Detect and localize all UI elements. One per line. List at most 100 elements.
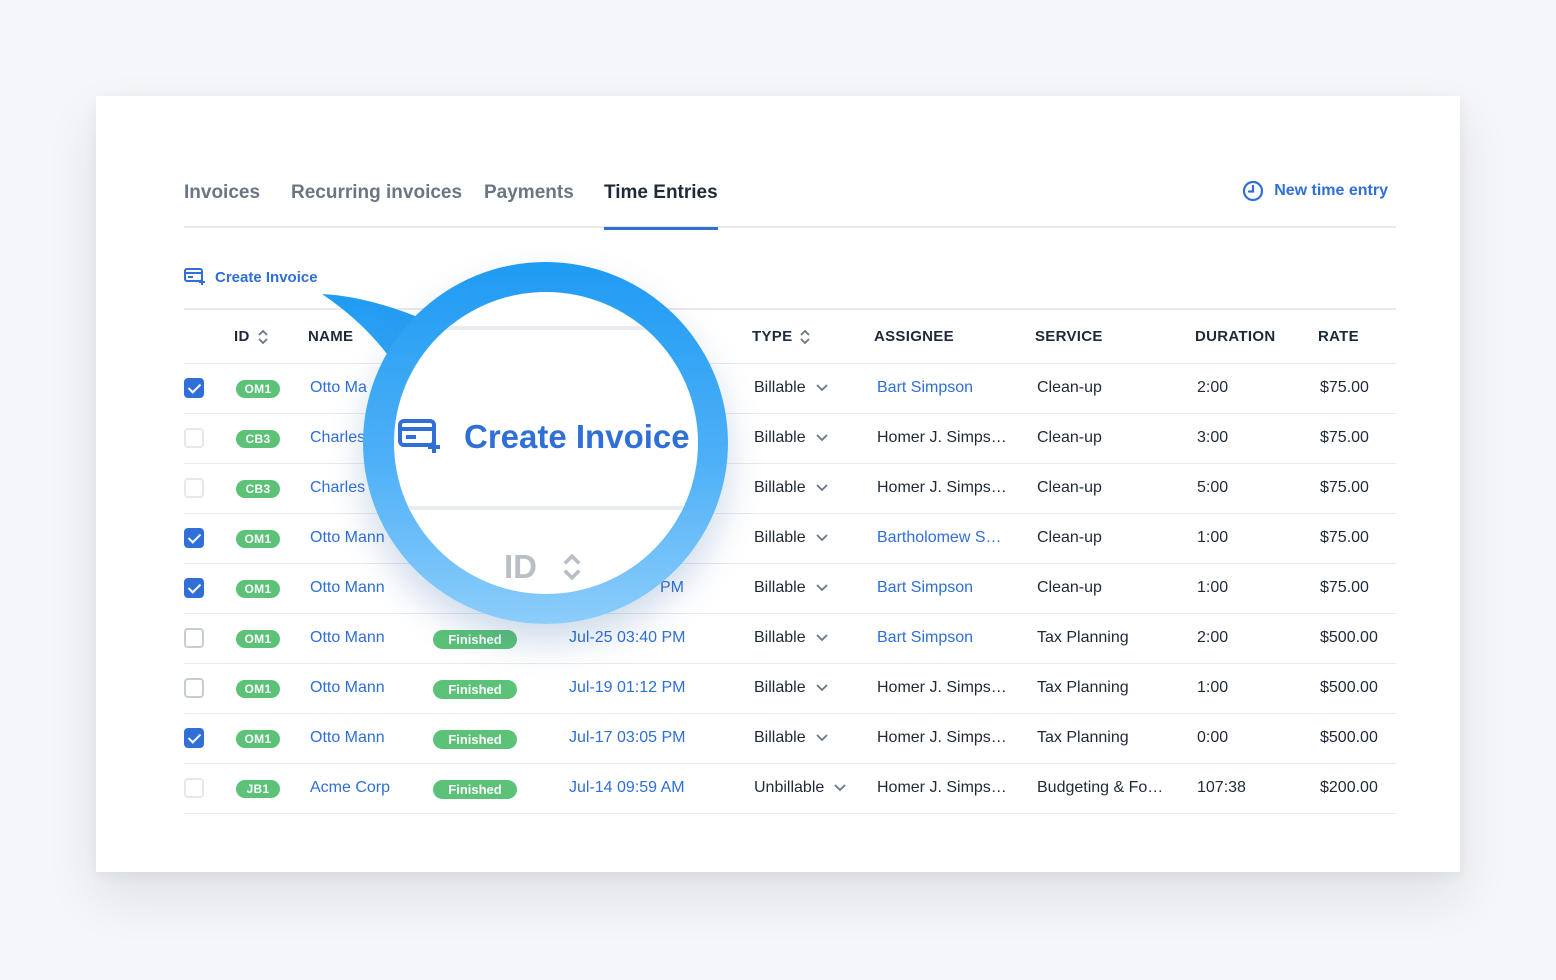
type-value: Billable xyxy=(754,679,806,696)
date-link[interactable]: PM xyxy=(660,579,684,597)
table-row[interactable]: OM1 Otto Mann Billable Bartholomew S… Clean-… xyxy=(184,514,1396,564)
type-value: Billable xyxy=(754,729,806,746)
client-name-link[interactable]: Otto Mann xyxy=(310,529,385,547)
id-badge: JB1 xyxy=(236,780,280,798)
type-dropdown[interactable]: Billable xyxy=(754,729,828,747)
magnifier-view: Create Invoice ID xyxy=(394,292,698,594)
create-invoice-button[interactable]: Create Invoice xyxy=(184,268,318,286)
row-checkbox[interactable] xyxy=(184,678,204,698)
duration: 1:00 xyxy=(1197,679,1229,696)
table-row[interactable]: OM1 Otto Mann PM Billable Bart Simpson Clean-… xyxy=(184,564,1396,614)
row-checkbox[interactable] xyxy=(184,728,204,748)
row-checkbox[interactable] xyxy=(184,478,204,498)
chevron-down-icon xyxy=(815,584,828,592)
time-entries-panel: Invoices Recurring invoices Payments Tim… xyxy=(96,96,1460,872)
type-value: Billable xyxy=(754,479,806,496)
client-name-link[interactable]: Charles xyxy=(310,429,365,447)
tab-time-entries[interactable]: Time Entries xyxy=(604,182,718,230)
magnifier-divider xyxy=(394,506,698,510)
column-header-id[interactable]: ID xyxy=(234,328,268,345)
id-badge: OM1 xyxy=(236,580,280,598)
type-dropdown[interactable]: Billable xyxy=(754,629,828,647)
row-checkbox[interactable] xyxy=(184,778,204,798)
type-value: Billable xyxy=(754,579,806,596)
duration: 1:00 xyxy=(1197,579,1229,596)
client-name-link[interactable]: Charles xyxy=(310,479,365,497)
invoice-add-icon xyxy=(184,268,205,285)
duration: 2:00 xyxy=(1197,379,1229,396)
date-link[interactable]: Jul-19 01:12 PM xyxy=(569,679,686,697)
assignee[interactable]: Bartholomew S… xyxy=(877,529,1002,547)
column-header-type[interactable]: TYPE xyxy=(752,328,811,345)
column-header-duration[interactable]: DURATION xyxy=(1195,328,1275,345)
rate: $200.00 xyxy=(1320,779,1378,796)
status-badge: Finished xyxy=(433,730,517,749)
rate: $75.00 xyxy=(1320,379,1369,396)
type-value: Billable xyxy=(754,529,806,546)
type-dropdown[interactable]: Billable xyxy=(754,429,828,447)
create-invoice-label: Create Invoice xyxy=(215,268,318,286)
duration: 5:00 xyxy=(1197,479,1229,496)
assignee: Homer J. Simps… xyxy=(877,779,1007,796)
client-name-link[interactable]: Otto Mann xyxy=(310,679,385,697)
column-header-service[interactable]: SERVICE xyxy=(1035,328,1103,345)
status-badge: Finished xyxy=(433,680,517,699)
type-dropdown[interactable]: Billable xyxy=(754,479,828,497)
service: Budgeting & Fo… xyxy=(1037,779,1164,796)
client-name-link[interactable]: Otto Mann xyxy=(310,579,385,597)
magnified-id-header: ID xyxy=(504,548,581,586)
assignee[interactable]: Bart Simpson xyxy=(877,629,973,647)
type-dropdown[interactable]: Billable xyxy=(754,529,828,547)
table-row[interactable]: OM1 Otto Mann Finished Jul-19 01:12 PM Billa… xyxy=(184,664,1396,714)
assignee: Homer J. Simps… xyxy=(877,729,1007,746)
date-link[interactable]: Jul-25 03:40 PM xyxy=(569,629,686,647)
new-time-entry-button[interactable]: New time entry xyxy=(1242,180,1388,202)
row-checkbox[interactable] xyxy=(184,428,204,448)
chevron-down-icon xyxy=(815,634,828,642)
service: Tax Planning xyxy=(1037,679,1129,696)
tab-payments[interactable]: Payments xyxy=(484,182,574,228)
type-dropdown[interactable]: Billable xyxy=(754,679,828,697)
magnifier-divider xyxy=(394,326,698,330)
tab-recurring-invoices[interactable]: Recurring invoices xyxy=(291,182,462,228)
service: Clean-up xyxy=(1037,429,1102,446)
tab-invoices[interactable]: Invoices xyxy=(184,182,260,228)
column-header-rate[interactable]: RATE xyxy=(1318,328,1359,345)
service: Clean-up xyxy=(1037,579,1102,596)
chevron-down-icon xyxy=(815,434,828,442)
clock-icon xyxy=(1243,180,1264,202)
table-row[interactable]: OM1 Otto Mann Finished Jul-25 03:40 PM Billa… xyxy=(184,614,1396,664)
assignee[interactable]: Bart Simpson xyxy=(877,379,973,397)
type-dropdown[interactable]: Billable xyxy=(754,579,828,597)
column-header-assignee[interactable]: ASSIGNEE xyxy=(874,328,954,345)
new-time-entry-label: New time entry xyxy=(1274,182,1388,199)
row-checkbox[interactable] xyxy=(184,628,204,648)
type-value: Billable xyxy=(754,379,806,396)
row-checkbox[interactable] xyxy=(184,378,204,398)
sort-icon xyxy=(800,329,811,344)
service: Clean-up xyxy=(1037,479,1102,496)
assignee[interactable]: Bart Simpson xyxy=(877,579,973,597)
assignee: Homer J. Simps… xyxy=(877,679,1007,696)
chevron-down-icon xyxy=(815,684,828,692)
type-dropdown[interactable]: Unbillable xyxy=(754,779,846,797)
table-row[interactable]: JB1 Acme Corp Finished Jul-14 09:59 AM Unbil… xyxy=(184,764,1396,814)
type-value: Unbillable xyxy=(754,779,825,796)
rate: $75.00 xyxy=(1320,579,1369,596)
service: Clean-up xyxy=(1037,379,1102,396)
chevron-down-icon xyxy=(834,784,846,792)
id-badge: CB3 xyxy=(236,480,280,498)
row-checkbox[interactable] xyxy=(184,578,204,598)
client-name-link[interactable]: Acme Corp xyxy=(310,779,390,797)
date-link[interactable]: Jul-17 03:05 PM xyxy=(569,729,686,747)
row-checkbox[interactable] xyxy=(184,528,204,548)
chevron-down-icon xyxy=(815,534,828,542)
client-name-link[interactable]: Otto Mann xyxy=(310,629,385,647)
magnified-create-invoice: Create Invoice xyxy=(398,418,690,456)
table-row[interactable]: OM1 Otto Mann Finished Jul-17 03:05 PM Billa… xyxy=(184,714,1396,764)
date-link[interactable]: Jul-14 09:59 AM xyxy=(569,779,685,797)
type-dropdown[interactable]: Billable xyxy=(754,379,828,397)
client-name-link[interactable]: Otto Mann xyxy=(310,729,385,747)
sort-icon xyxy=(257,329,268,344)
id-badge: OM1 xyxy=(236,530,280,548)
